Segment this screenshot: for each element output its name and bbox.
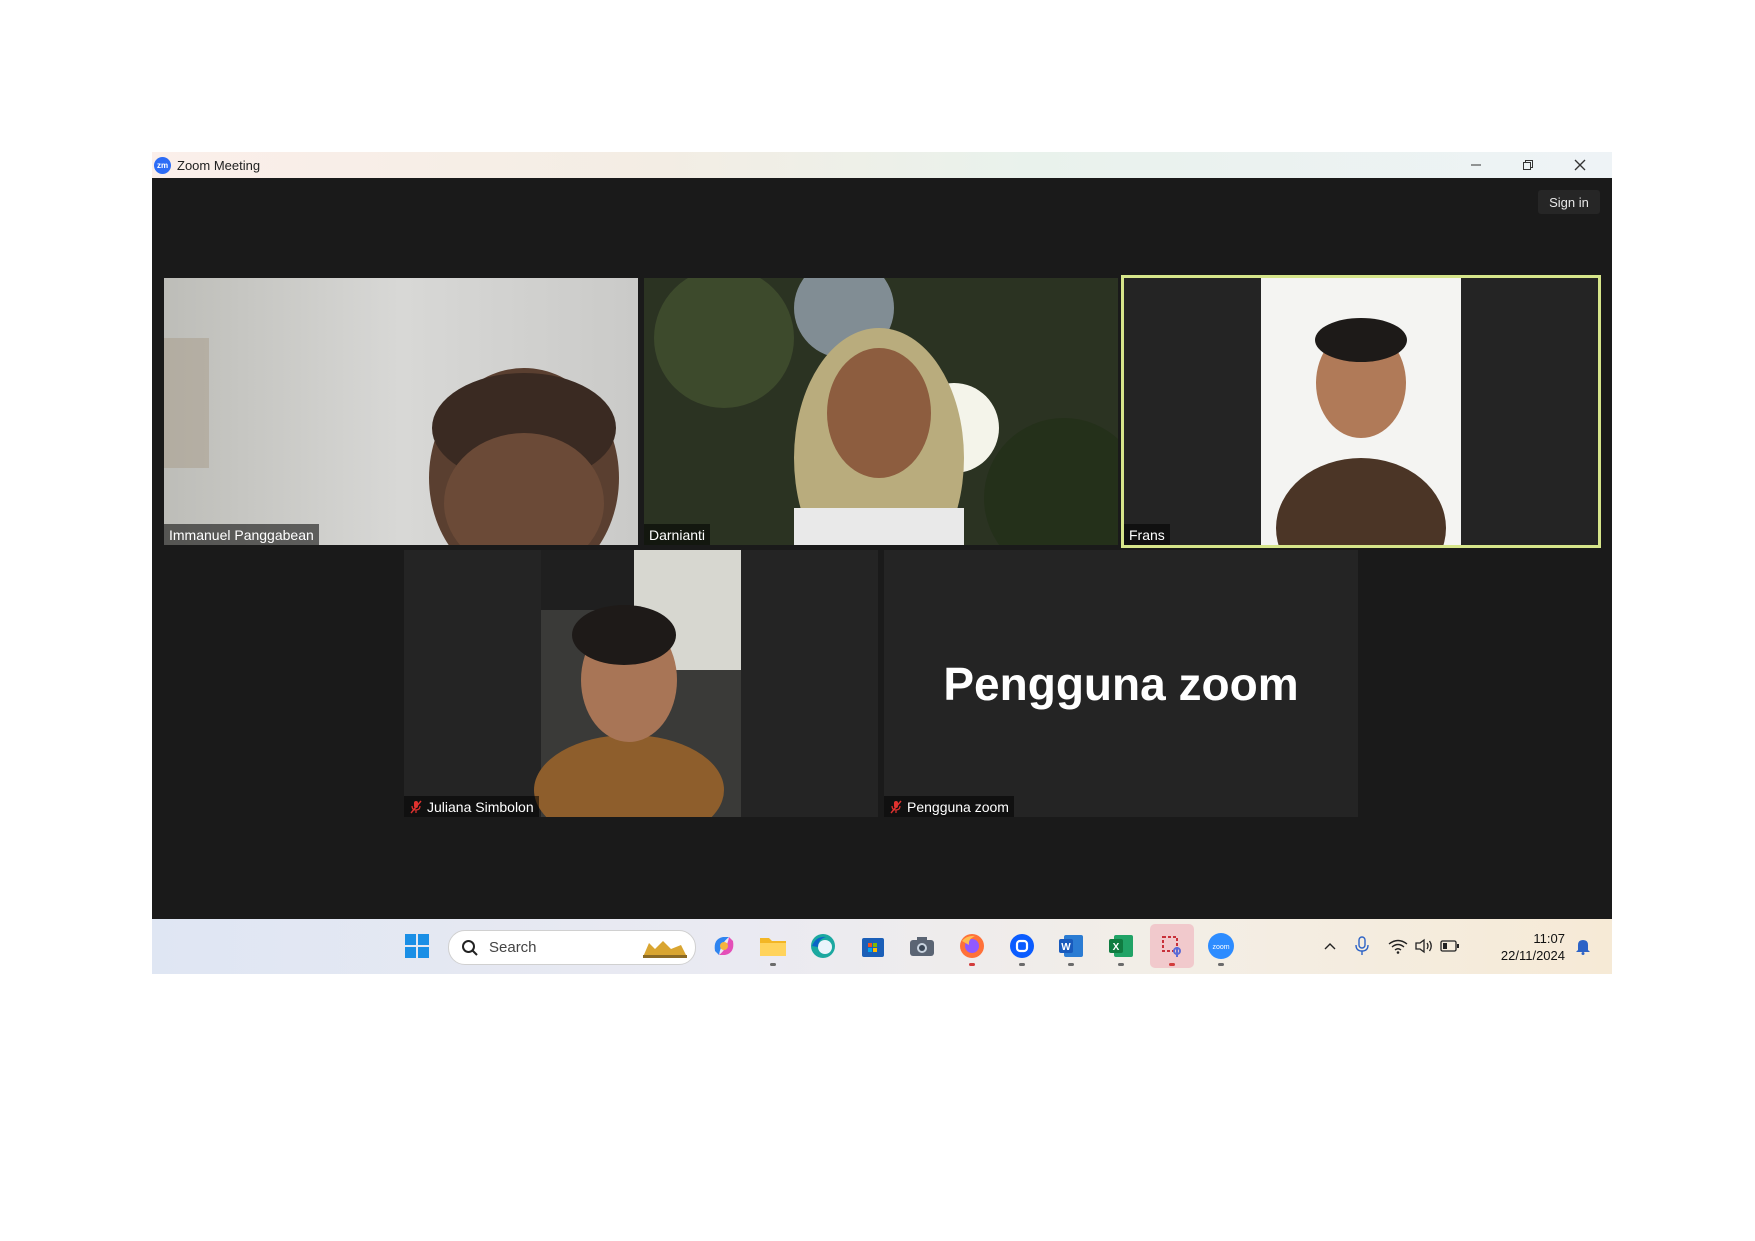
mic-muted-icon [890,800,902,813]
meeting-gallery: Sign in Immanuel Panggabean Darnianti Fr… [152,178,1612,919]
notifications-button[interactable] [1572,931,1594,961]
zoom-workplace-button[interactable] [1007,931,1037,966]
edge-button[interactable] [808,931,838,961]
minimize-button[interactable] [1450,152,1502,178]
participant-video [164,278,638,545]
participant-name-tag: Immanuel Panggabean [164,524,319,545]
svg-text:W: W [1061,942,1071,953]
participant-tile-darnianti[interactable]: Darnianti [644,278,1118,545]
windows-logo-icon [405,934,429,958]
volume-icon [1415,938,1432,954]
microsoft-store-button[interactable] [858,931,888,961]
participant-name-tag: Pengguna zoom [884,796,1014,817]
participant-tile-frans[interactable]: Frans [1121,275,1601,548]
volume-tray-button[interactable] [1413,931,1435,961]
zoom-workplace-icon [1010,934,1034,958]
title-bar: zm Zoom Meeting [152,152,1612,178]
zoom-app-button[interactable]: zoom [1206,931,1236,966]
zoom-icon: zoom [1208,933,1234,959]
snipping-tool-icon [1162,936,1181,957]
participant-video [644,278,1118,545]
file-explorer-button[interactable] [758,931,788,966]
snipping-tool-button[interactable] [1150,924,1194,968]
running-indicator [1019,963,1025,966]
edge-icon [811,934,835,958]
mic-muted-icon [410,800,422,813]
participant-name-tag: Frans [1124,524,1170,545]
chevron-up-icon [1324,943,1336,950]
participant-name: Frans [1129,526,1165,543]
windows-start-button[interactable] [402,931,432,961]
close-icon [1574,159,1586,171]
folder-icon [760,938,786,956]
wifi-icon [1388,939,1408,954]
windows-taskbar: Search W X zoom 11:07 22/11/2024 [152,919,1612,974]
svg-text:X: X [1113,942,1120,953]
restore-icon [1523,160,1533,170]
participant-tile-immanuel[interactable]: Immanuel Panggabean [164,278,638,545]
participant-name: Darnianti [649,526,706,543]
restore-button[interactable] [1502,152,1554,178]
participant-display-name: Pengguna zoom [943,657,1299,710]
participant-tile-pengguna-zoom[interactable]: Pengguna zoom Pengguna zoom [884,550,1358,817]
search-highlight-icon [643,940,687,958]
word-button[interactable]: W [1056,931,1086,966]
running-indicator [969,963,975,966]
taskbar-search-box[interactable]: Search [448,930,696,965]
taskbar-clock[interactable]: 11:07 22/11/2024 [1485,930,1565,964]
participant-tile-juliana[interactable]: Juliana Simbolon [404,550,878,817]
zoom-logo-icon: zm [154,156,171,174]
window-title: Zoom Meeting [177,157,261,173]
excel-icon: X [1109,935,1133,957]
firefox-icon [960,934,984,958]
participant-name-tag: Darnianti [644,524,711,545]
bell-icon [1576,940,1590,955]
participant-video [404,550,878,817]
participant-name: Immanuel Panggabean [169,526,314,543]
wifi-tray-button[interactable] [1387,931,1409,961]
running-indicator [1068,963,1074,966]
participant-name-tag: Juliana Simbolon [404,796,539,817]
close-button[interactable] [1554,152,1606,178]
participant-video [1124,278,1598,545]
sign-in-button[interactable]: Sign in [1538,190,1600,214]
participant-name: Juliana Simbolon [427,798,534,815]
clock-time: 11:07 [1533,931,1565,946]
microphone-icon [1355,936,1369,955]
participant-name: Pengguna zoom [907,798,1009,815]
store-icon [862,938,884,957]
running-indicator [770,963,776,966]
microphone-tray-button[interactable] [1352,931,1372,961]
show-hidden-icons-button[interactable] [1320,931,1340,961]
running-indicator [1169,963,1175,966]
running-indicator [1218,963,1224,966]
zoom-window: zm Zoom Meeting Sign in Immanuel Panggab… [152,152,1612,974]
minimize-icon [1471,164,1481,166]
excel-button[interactable]: X [1106,931,1136,966]
camera-icon [910,937,934,956]
copilot-icon [714,937,734,955]
search-placeholder: Search [489,939,537,956]
battery-icon [1440,940,1459,952]
search-icon [462,939,478,956]
running-indicator [1118,963,1124,966]
svg-text:zoom: zoom [1212,944,1229,951]
firefox-button[interactable] [957,931,987,966]
battery-tray-button[interactable] [1439,931,1461,961]
word-icon: W [1059,935,1083,957]
clock-date: 22/11/2024 [1500,948,1565,963]
copilot-button[interactable] [709,931,739,961]
camera-button[interactable] [907,931,937,961]
